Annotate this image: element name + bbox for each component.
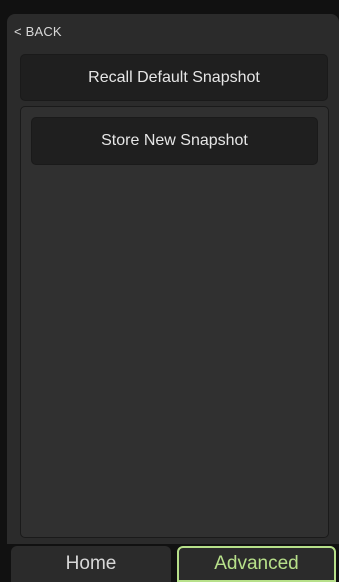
snapshot-screen: < BACK Recall Default Snapshot Store New…: [7, 14, 339, 582]
tab-advanced-label: Advanced: [214, 553, 299, 574]
store-new-snapshot-label: Store New Snapshot: [101, 132, 248, 149]
bottom-tab-bar: Home Advanced: [7, 544, 339, 582]
tab-home-label: Home: [65, 553, 117, 574]
snapshot-list-panel: Store New Snapshot: [20, 106, 329, 538]
tab-home[interactable]: Home: [11, 546, 171, 582]
store-new-snapshot-button[interactable]: Store New Snapshot: [31, 117, 318, 165]
recall-default-snapshot-label: Recall Default Snapshot: [88, 68, 260, 86]
recall-default-snapshot-button[interactable]: Recall Default Snapshot: [20, 54, 328, 101]
tab-advanced[interactable]: Advanced: [177, 546, 336, 582]
back-button[interactable]: < BACK: [14, 24, 62, 39]
